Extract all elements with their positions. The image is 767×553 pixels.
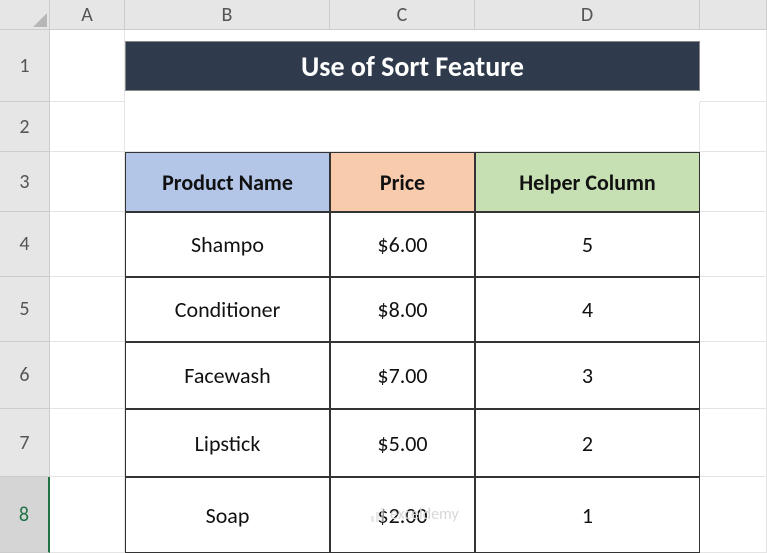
cell-A7[interactable] xyxy=(50,409,125,477)
table-row[interactable]: $8.00 xyxy=(330,277,475,342)
table-row[interactable]: $6.00 xyxy=(330,212,475,277)
col-head-D[interactable]: D xyxy=(475,0,700,30)
cell-E6[interactable] xyxy=(700,342,767,409)
table-row[interactable]: Lipstick xyxy=(125,409,330,477)
row-head-6[interactable]: 6 xyxy=(0,342,50,409)
cell-E2[interactable] xyxy=(700,102,767,152)
table-row[interactable]: 1 xyxy=(475,477,700,553)
col-head-A[interactable]: A xyxy=(50,0,125,30)
table-row[interactable]: $5.00 xyxy=(330,409,475,477)
row-head-4[interactable]: 4 xyxy=(0,212,50,277)
table-row[interactable]: Facewash xyxy=(125,342,330,409)
cell-E7[interactable] xyxy=(700,409,767,477)
cell-A3[interactable] xyxy=(50,152,125,212)
col-head-C[interactable]: C xyxy=(330,0,475,30)
table-row[interactable]: 2 xyxy=(475,409,700,477)
table-row[interactable]: 4 xyxy=(475,277,700,342)
table-row[interactable]: 3 xyxy=(475,342,700,409)
title-banner: Use of Sort Feature xyxy=(125,30,700,102)
title-text: Use of Sort Feature xyxy=(125,41,700,91)
row-head-5[interactable]: 5 xyxy=(0,277,50,342)
row-head-1[interactable]: 1 xyxy=(0,30,50,102)
table-row[interactable]: Soap xyxy=(125,477,330,553)
col-head-B[interactable]: B xyxy=(125,0,330,30)
cell-E8[interactable] xyxy=(700,477,767,553)
cell-E4[interactable] xyxy=(700,212,767,277)
cell-A2[interactable] xyxy=(50,102,125,152)
table-row[interactable]: $2.00 xyxy=(330,477,475,553)
table-row[interactable]: 5 xyxy=(475,212,700,277)
cell-E1[interactable] xyxy=(700,30,767,102)
header-helper-column[interactable]: Helper Column xyxy=(475,152,700,212)
row-head-7[interactable]: 7 xyxy=(0,409,50,477)
table-row[interactable]: Shampo xyxy=(125,212,330,277)
row-head-2[interactable]: 2 xyxy=(0,102,50,152)
spreadsheet-grid: A B C D 1 Use of Sort Feature 2 3 Produc… xyxy=(0,0,767,553)
row-head-3[interactable]: 3 xyxy=(0,152,50,212)
cell-A6[interactable] xyxy=(50,342,125,409)
select-all-corner[interactable] xyxy=(0,0,50,30)
row-head-8[interactable]: 8 xyxy=(0,477,50,553)
col-head-blank[interactable] xyxy=(700,0,767,30)
cell-E5[interactable] xyxy=(700,277,767,342)
header-product-name[interactable]: Product Name xyxy=(125,152,330,212)
cell-B2D2[interactable] xyxy=(125,102,700,152)
cell-A4[interactable] xyxy=(50,212,125,277)
table-row[interactable]: $7.00 xyxy=(330,342,475,409)
cell-E3[interactable] xyxy=(700,152,767,212)
cell-A8[interactable] xyxy=(50,477,125,553)
select-all-icon xyxy=(33,13,47,27)
header-price[interactable]: Price xyxy=(330,152,475,212)
cell-A1[interactable] xyxy=(50,30,125,102)
table-row[interactable]: Conditioner xyxy=(125,277,330,342)
cell-A5[interactable] xyxy=(50,277,125,342)
